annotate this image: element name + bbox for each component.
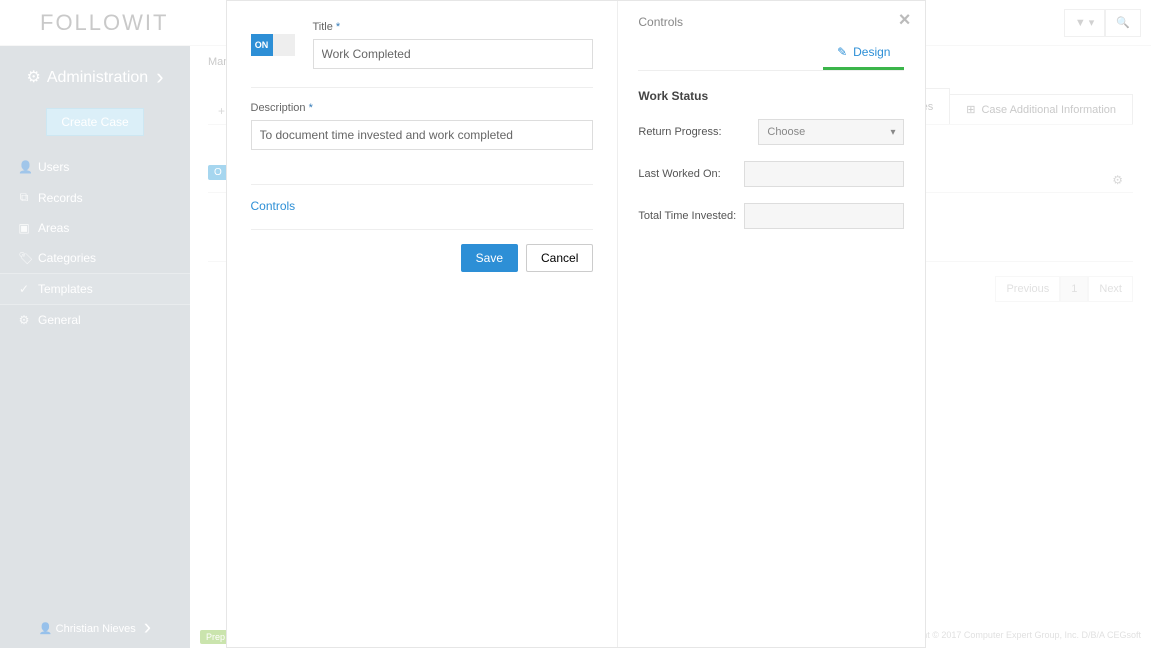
cancel-button[interactable]: Cancel (526, 244, 593, 272)
return-progress-label: Return Progress: (638, 126, 758, 138)
design-icon (837, 45, 847, 59)
chevron-down-icon (890, 126, 895, 138)
work-status-heading: Work Status (638, 89, 904, 103)
toggle-on-label: ON (251, 34, 273, 56)
total-time-label: Total Time Invested: (638, 210, 744, 222)
save-button[interactable]: Save (461, 244, 518, 272)
last-worked-input[interactable] (744, 161, 904, 187)
last-worked-label: Last Worked On: (638, 168, 744, 180)
controls-heading: Controls (638, 15, 904, 29)
title-input[interactable] (313, 39, 594, 69)
total-time-input[interactable] (744, 203, 904, 229)
template-modal: ON Title Description Controls Save Cance… (226, 0, 926, 648)
close-icon[interactable]: × (899, 9, 911, 32)
active-toggle[interactable]: ON (251, 34, 295, 56)
title-label: Title (313, 21, 594, 33)
description-input[interactable] (251, 120, 594, 150)
tab-design[interactable]: Design (823, 37, 904, 70)
controls-link[interactable]: Controls (251, 199, 594, 213)
return-progress-select[interactable]: Choose (758, 119, 904, 145)
description-label: Description (251, 102, 594, 114)
